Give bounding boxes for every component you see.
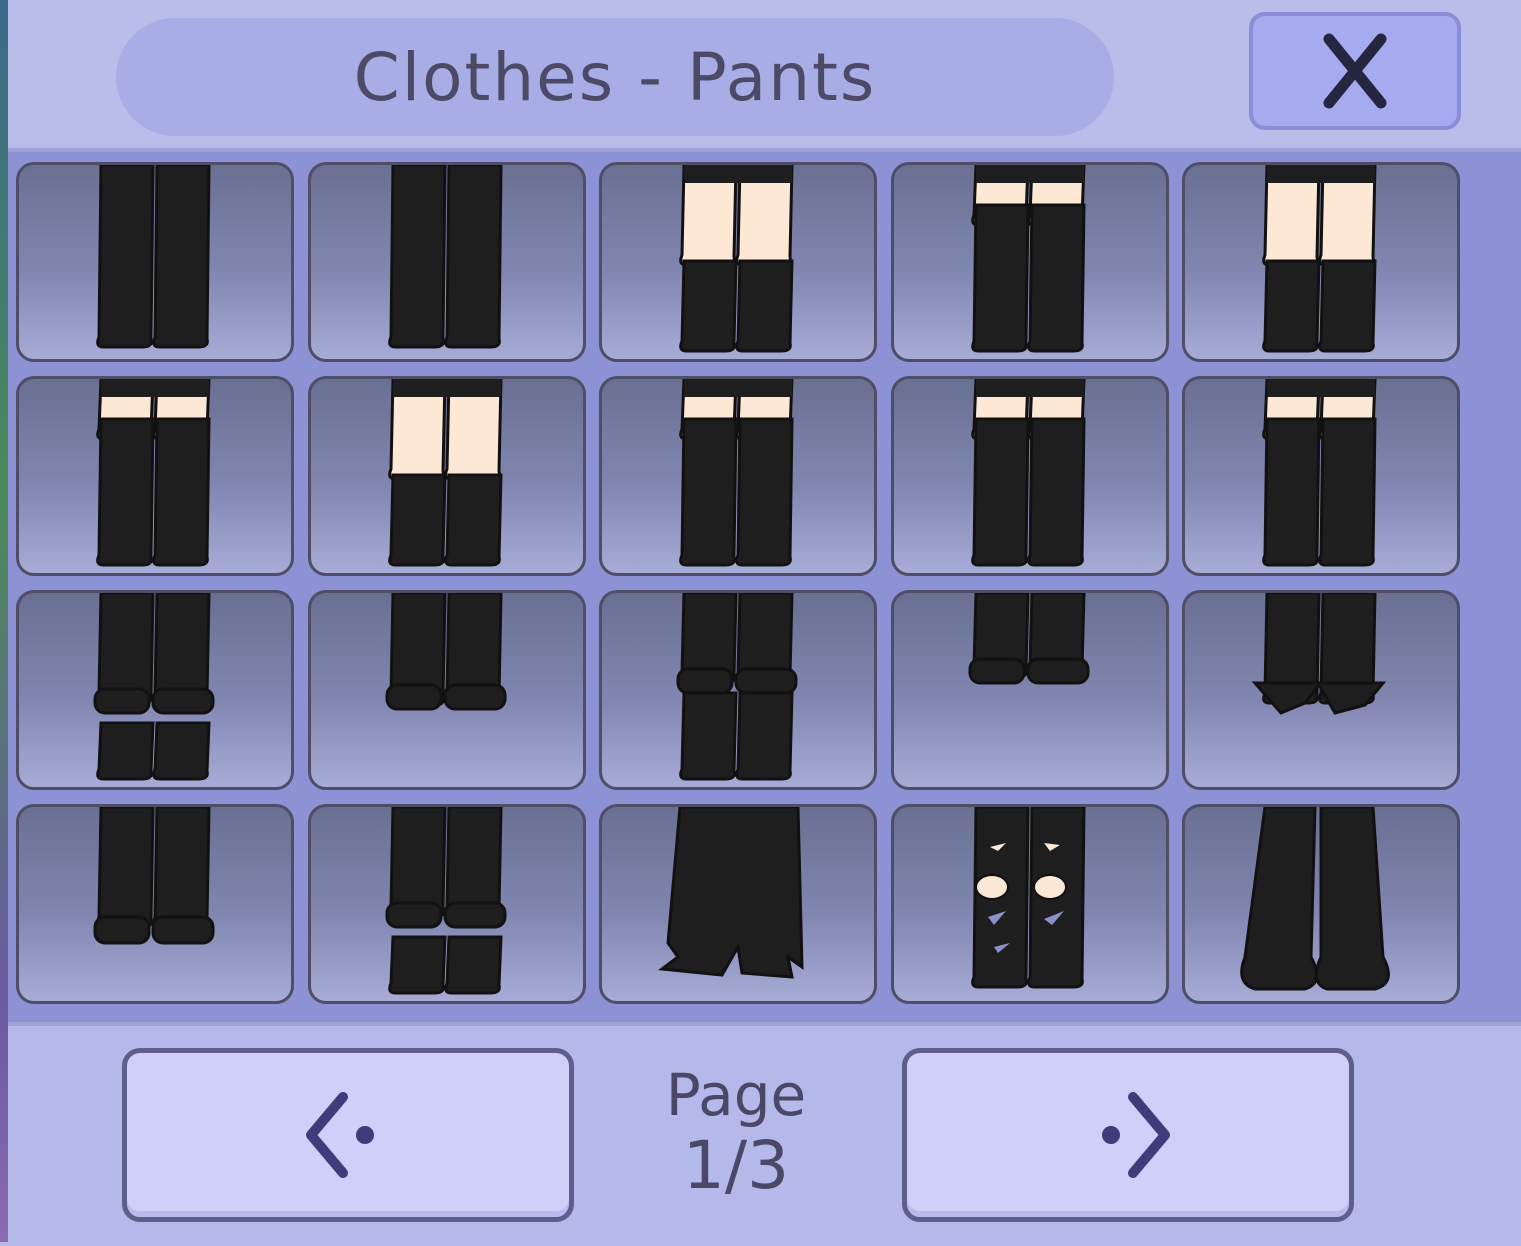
prev-page-button[interactable] xyxy=(122,1048,574,1222)
pants-item-4[interactable] xyxy=(891,162,1169,362)
pants-item-2[interactable] xyxy=(308,162,586,362)
chevron-right-icon xyxy=(1102,1092,1170,1178)
pants-flared-capris-icon xyxy=(1251,593,1387,715)
pants-shorts-with-low-socks-icon xyxy=(1262,165,1377,353)
pants-item-10[interactable] xyxy=(1182,376,1460,576)
clothes-window: Clothes - Pants Page 1/3 xyxy=(8,0,1521,1246)
pants-baggy-cuffed-pants-icon xyxy=(93,807,215,945)
pants-item-14[interactable] xyxy=(891,590,1169,790)
next-page-button[interactable] xyxy=(902,1048,1354,1222)
pants-shorts-with-thigh-highs-icon xyxy=(679,379,794,567)
pants-cuffed-shorts-with-socks-icon xyxy=(676,593,798,781)
item-grid xyxy=(8,152,1521,1022)
pants-item-11[interactable] xyxy=(16,590,294,790)
page-indicator: Page 1/3 xyxy=(636,1062,836,1204)
pants-item-12[interactable] xyxy=(308,590,586,790)
page-label: Page xyxy=(665,1061,807,1129)
pants-item-20[interactable] xyxy=(1182,804,1460,1004)
pants-item-17[interactable] xyxy=(308,804,586,1004)
pants-long-pants-icon xyxy=(388,165,503,349)
pants-jagged-wide-pants-icon xyxy=(658,807,804,979)
close-button[interactable] xyxy=(1249,12,1461,130)
pants-item-5[interactable] xyxy=(1182,162,1460,362)
close-icon xyxy=(1323,33,1387,109)
pants-item-7[interactable] xyxy=(308,376,586,576)
pants-item-15[interactable] xyxy=(1182,590,1460,790)
pants-cuffed-short-shorts-icon xyxy=(968,593,1090,685)
pants-shorts-with-thigh-highs-icon xyxy=(971,379,1086,567)
pants-cuffed-pants-with-socks-icon xyxy=(385,807,507,995)
pants-shorts-with-thigh-highs-icon xyxy=(96,379,211,567)
pants-shorts-with-thigh-highs-icon xyxy=(971,165,1086,353)
pants-item-6[interactable] xyxy=(16,376,294,576)
pants-item-13[interactable] xyxy=(599,590,877,790)
chevron-left-icon xyxy=(306,1092,374,1178)
pants-item-3[interactable] xyxy=(599,162,877,362)
pants-shorts-with-thigh-highs-icon xyxy=(1262,379,1377,567)
pants-item-1[interactable] xyxy=(16,162,294,362)
background-edge xyxy=(0,0,8,1242)
pants-long-pants-icon xyxy=(96,165,211,349)
pants-ripped-jeans-icon xyxy=(971,807,1086,989)
pants-shorts-with-low-socks-icon xyxy=(679,165,794,353)
footer: Page 1/3 xyxy=(8,1022,1521,1246)
pants-item-18[interactable] xyxy=(599,804,877,1004)
page-number: 1/3 xyxy=(682,1127,790,1204)
pants-item-16[interactable] xyxy=(16,804,294,1004)
pants-flared-pants-icon xyxy=(1240,807,1390,991)
pants-item-19[interactable] xyxy=(891,804,1169,1004)
title-pill: Clothes - Pants xyxy=(116,18,1114,136)
pants-item-9[interactable] xyxy=(891,376,1169,576)
header: Clothes - Pants xyxy=(8,0,1521,152)
page-title: Clothes - Pants xyxy=(353,38,877,116)
pants-item-8[interactable] xyxy=(599,376,877,576)
pants-cuffed-pants-with-socks-icon xyxy=(93,593,215,781)
pants-shorts-with-low-socks-icon xyxy=(388,379,503,567)
pants-cuffed-shorts-icon xyxy=(385,593,507,711)
